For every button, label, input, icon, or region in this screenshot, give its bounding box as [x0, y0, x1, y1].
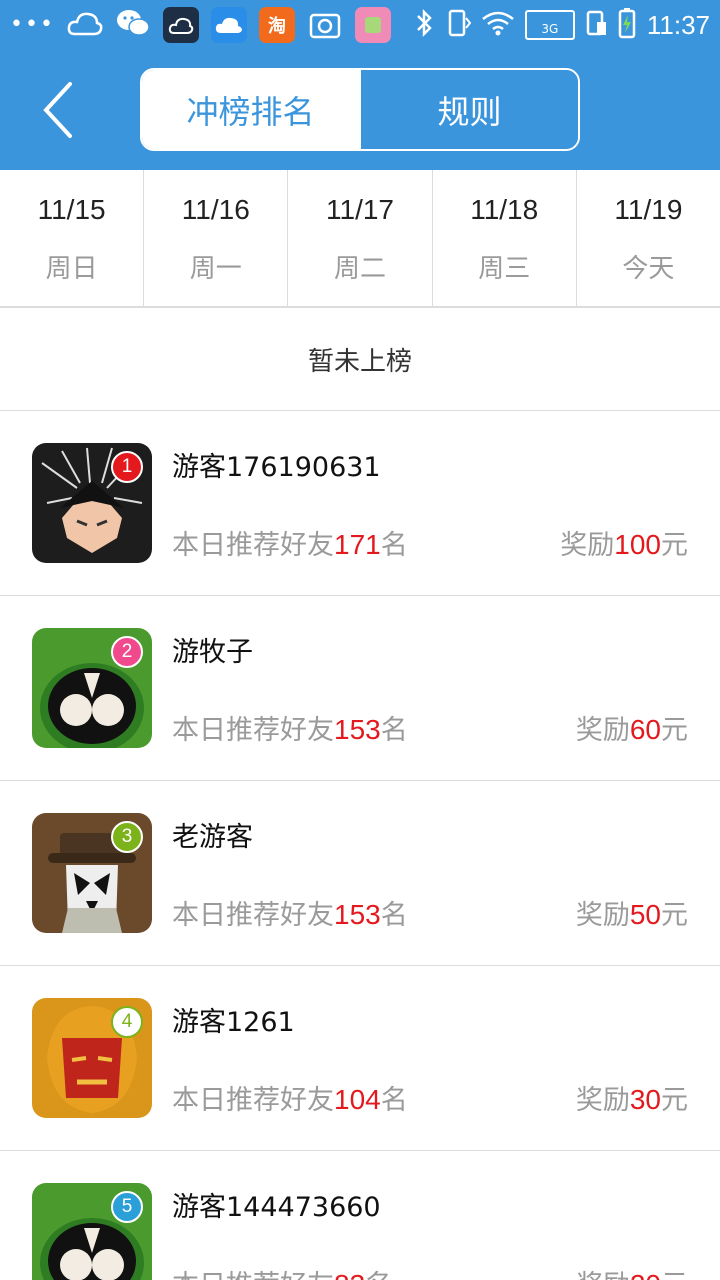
- reward-suffix: 元: [661, 1085, 688, 1116]
- date-tab[interactable]: 11/18 周三: [433, 170, 577, 306]
- weekday-label: 周一: [189, 254, 242, 284]
- theme-app-icon: [354, 7, 391, 43]
- ranking-row[interactable]: 3 老游客 本日推荐好友153名 奖励50元: [0, 781, 720, 966]
- date-tab[interactable]: 11/19 今天: [577, 170, 720, 306]
- bluetooth-icon: [415, 8, 435, 42]
- stat-prefix: 本日推荐好友: [172, 900, 334, 931]
- reward: 奖励100元: [560, 523, 688, 562]
- referral-stat: 本日推荐好友104名: [172, 1078, 408, 1117]
- date-tab[interactable]: 11/15 周日: [0, 170, 145, 306]
- rank-badge: 1: [111, 451, 143, 483]
- date-tab[interactable]: 11/16 周一: [144, 170, 289, 306]
- rank-badge: 2: [111, 636, 143, 668]
- ranking-row[interactable]: 4 游客1261 本日推荐好友104名 奖励30元: [0, 966, 720, 1151]
- date-label: 11/17: [326, 194, 394, 225]
- reward-prefix: 奖励: [575, 715, 630, 746]
- reward: 奖励50元: [576, 893, 688, 932]
- weather-app-icon: [162, 7, 199, 43]
- referral-stat: 本日推荐好友153名: [172, 893, 408, 932]
- reward-prefix: 奖励: [575, 1085, 630, 1116]
- date-label: 11/18: [470, 194, 539, 225]
- user-name: 游客1261: [172, 1007, 295, 1038]
- more-dots-icon: •••: [10, 12, 55, 37]
- camera-app-icon: [307, 7, 343, 43]
- referral-stat: 本日推荐好友153名: [172, 708, 408, 747]
- weekday-label: 周日: [45, 254, 98, 284]
- stat-prefix: 本日推荐好友: [172, 530, 334, 561]
- rank-badge: 5: [111, 1191, 143, 1223]
- status-bar: ••• 淘 3G 11:37: [0, 0, 720, 50]
- stat-suffix: 名: [380, 715, 408, 746]
- reward-suffix: 元: [661, 715, 688, 746]
- user-name: 游客144473660: [172, 1192, 381, 1223]
- user-name: 游客176190631: [172, 452, 381, 483]
- header: 冲榜排名 规则: [0, 50, 720, 170]
- user-name: 游牧子: [172, 637, 253, 668]
- tab-rules[interactable]: 规则: [359, 70, 578, 149]
- wechat-icon: [115, 8, 151, 42]
- stat-suffix: 名: [365, 1270, 392, 1280]
- weekday-label: 周三: [478, 254, 531, 284]
- date-selector: 11/15 周日 11/16 周一 11/17 周二 11/18 周三 11/1…: [0, 170, 720, 308]
- stat-suffix: 名: [380, 900, 408, 931]
- referral-count: 153: [334, 899, 381, 930]
- cloud-icon: [67, 8, 103, 42]
- vibrate-icon: [445, 8, 472, 42]
- rank-badge: 3: [111, 821, 143, 853]
- ranking-row[interactable]: 5 游客144473660 本日推荐好友83名 奖励20元: [0, 1151, 720, 1280]
- reward-amount: 30: [629, 1084, 661, 1115]
- reward: 奖励20元: [576, 1263, 688, 1280]
- stat-prefix: 本日推荐好友: [172, 1270, 334, 1280]
- stat-suffix: 名: [380, 530, 408, 561]
- battery-charging-icon: [617, 7, 637, 43]
- reward-suffix: 元: [661, 900, 688, 931]
- referral-count: 104: [334, 1084, 381, 1115]
- referral-stat: 本日推荐好友83名: [172, 1263, 392, 1280]
- wifi-icon: [481, 10, 515, 40]
- reward-amount: 100: [614, 529, 661, 560]
- weekday-label: 周二: [334, 254, 387, 284]
- stat-prefix: 本日推荐好友: [172, 715, 334, 746]
- referral-count: 153: [334, 714, 381, 745]
- ranking-list: 1 游客176190631 本日推荐好友171名 奖励100元 2 游牧子 本日…: [0, 411, 720, 1280]
- referral-count: 171: [334, 529, 381, 560]
- chevron-left-icon: [43, 82, 72, 138]
- back-button[interactable]: [38, 80, 82, 140]
- weekday-label: 今天: [622, 254, 675, 284]
- reward: 奖励60元: [576, 708, 688, 747]
- rank-badge: 4: [111, 1006, 143, 1038]
- stat-prefix: 本日推荐好友: [172, 1085, 334, 1116]
- referral-stat: 本日推荐好友171名: [172, 523, 408, 562]
- date-tab[interactable]: 11/17 周二: [288, 170, 433, 306]
- reward: 奖励30元: [576, 1078, 688, 1117]
- clock: 11:37: [646, 9, 710, 40]
- user-name: 老游客: [172, 822, 253, 853]
- ranking-row[interactable]: 1 游客176190631 本日推荐好友171名 奖励100元: [0, 411, 720, 596]
- my-rank-notice: 暂未上榜: [0, 308, 720, 411]
- date-label: 11/15: [37, 194, 106, 225]
- date-label: 11/19: [614, 194, 683, 225]
- reward-prefix: 奖励: [576, 1270, 630, 1280]
- reward-amount: 20: [630, 1269, 661, 1280]
- date-label: 11/16: [181, 194, 250, 225]
- tab-ranking[interactable]: 冲榜排名: [142, 70, 359, 149]
- reward-prefix: 奖励: [560, 530, 615, 561]
- segmented-control: 冲榜排名 规则: [140, 68, 580, 151]
- referral-count: 83: [334, 1269, 365, 1280]
- sim-alert-icon: [585, 8, 607, 42]
- signal-icon: 3G: [524, 10, 575, 40]
- stat-suffix: 名: [380, 1085, 408, 1116]
- ranking-row[interactable]: 2 游牧子 本日推荐好友153名 奖励60元: [0, 596, 720, 781]
- reward-suffix: 元: [661, 1270, 688, 1280]
- reward-prefix: 奖励: [575, 900, 630, 931]
- reward-amount: 50: [629, 899, 661, 930]
- reward-amount: 60: [629, 714, 661, 745]
- cloud-drive-icon: [210, 7, 247, 43]
- taobao-icon: 淘: [258, 7, 295, 43]
- reward-suffix: 元: [661, 530, 688, 561]
